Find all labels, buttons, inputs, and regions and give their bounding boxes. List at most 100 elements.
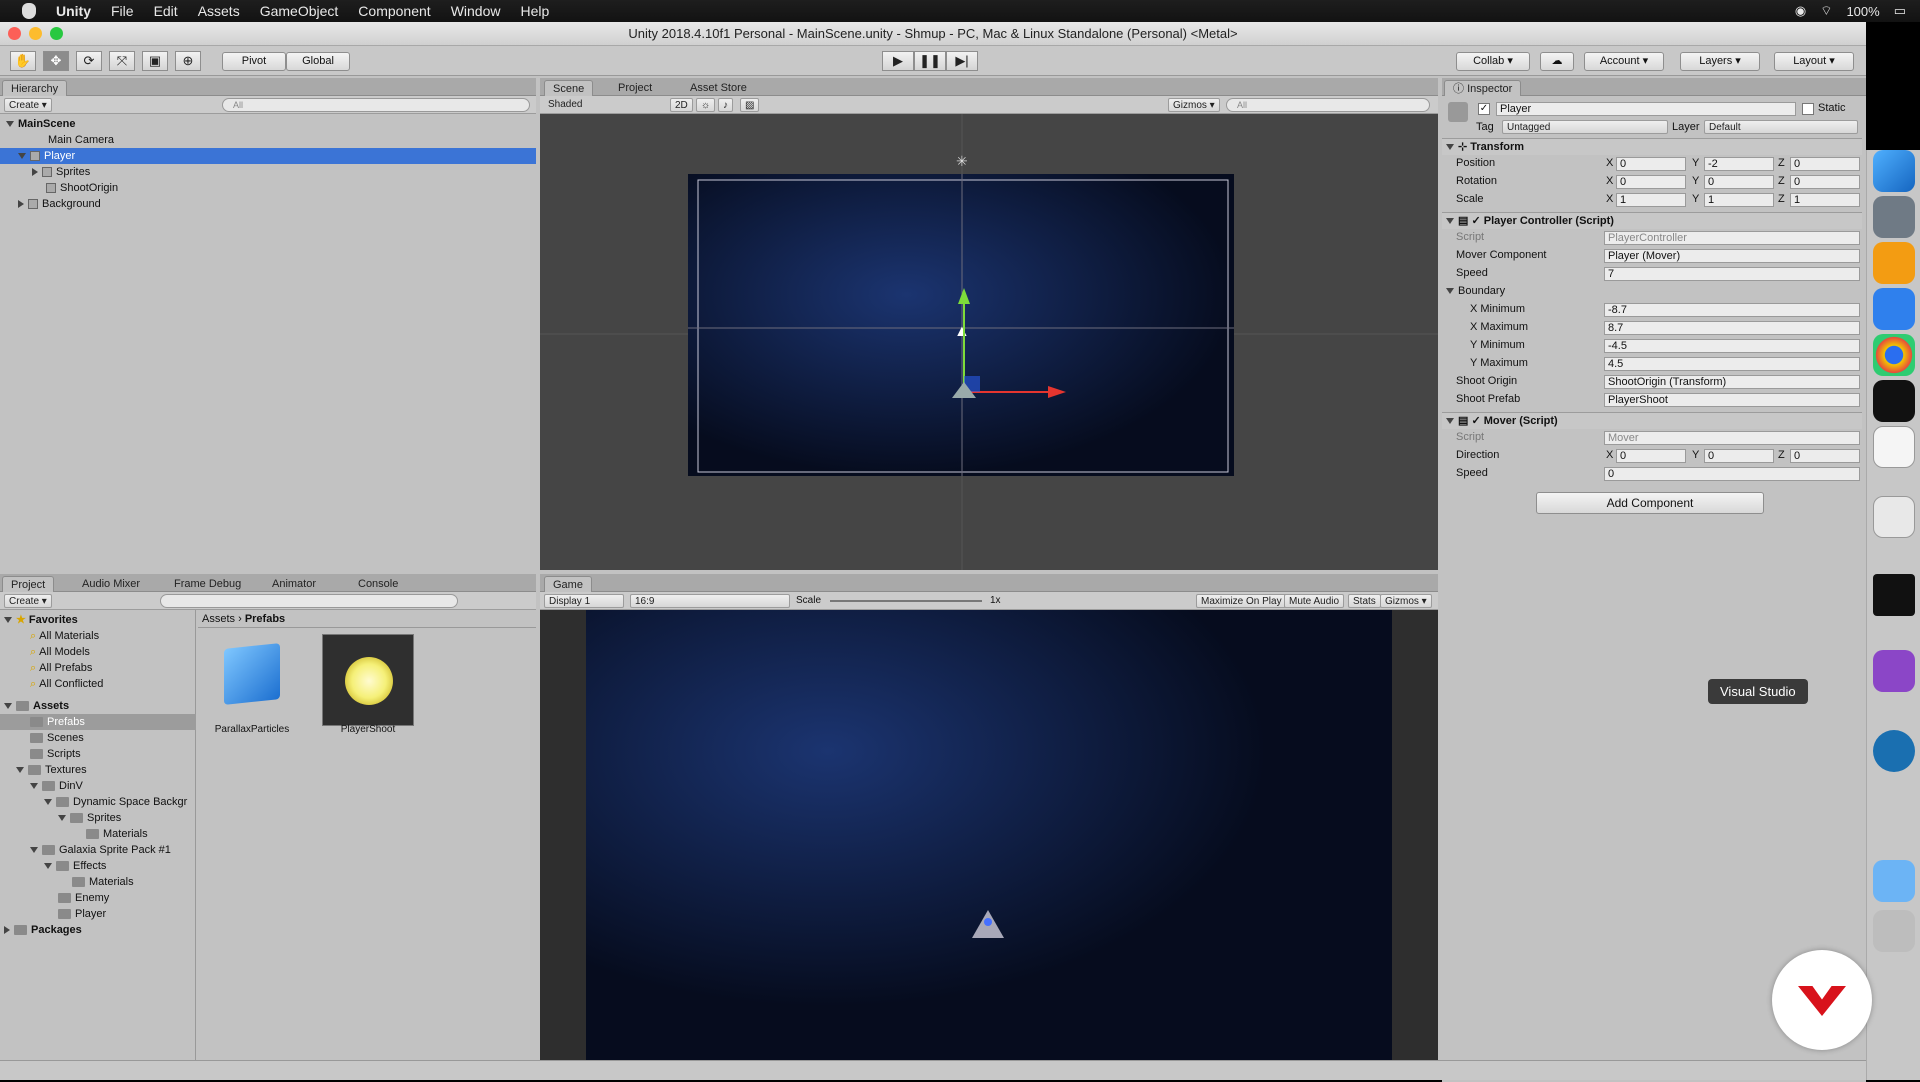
fav-all-models[interactable]: ⌕ All Models xyxy=(30,644,90,660)
direction-y[interactable]: 0 xyxy=(1704,449,1774,463)
shading-dropdown[interactable]: Shaded xyxy=(544,98,662,112)
position-x[interactable]: 0 xyxy=(1616,157,1686,171)
favorites-root[interactable]: ★ Favorites xyxy=(4,612,78,628)
record-icon[interactable]: ◉ xyxy=(1795,3,1806,19)
stats-toggle[interactable]: Stats xyxy=(1348,594,1381,608)
pivot-button[interactable]: Pivot xyxy=(222,52,286,71)
tab-scene[interactable]: Scene xyxy=(544,80,594,96)
terminal-icon[interactable] xyxy=(1873,574,1915,616)
battery-label[interactable]: 100% xyxy=(1846,4,1879,19)
scene-search-input[interactable]: All xyxy=(1226,98,1430,112)
tree-shootorigin[interactable]: ShootOrigin xyxy=(46,180,118,196)
x-maximum-field[interactable]: 8.7 xyxy=(1604,321,1860,335)
y-maximum-field[interactable]: 4.5 xyxy=(1604,357,1860,371)
keyboard-icon[interactable] xyxy=(1873,496,1915,538)
transform-header[interactable]: ⊹ Transform xyxy=(1442,138,1862,155)
display-dropdown[interactable]: Display 1 xyxy=(544,594,624,608)
assets-root[interactable]: Assets xyxy=(4,698,69,714)
menu-component[interactable]: Component xyxy=(358,3,430,19)
game-gizmos-button[interactable]: Gizmos ▾ xyxy=(1380,594,1432,608)
lighting-icon[interactable]: ☼ xyxy=(696,98,716,112)
asset-label[interactable]: PlayerShoot xyxy=(314,724,422,735)
tab-audio-mixer[interactable]: Audio Mixer xyxy=(74,576,148,592)
object-name-field[interactable]: Player xyxy=(1496,102,1796,116)
layer-dropdown[interactable]: Default xyxy=(1704,120,1858,134)
audio-icon[interactable]: ♪ xyxy=(718,98,733,112)
wifi-icon[interactable]: ⌔ xyxy=(1820,3,1832,19)
sublime-icon[interactable] xyxy=(1873,242,1915,284)
scale-z[interactable]: 1 xyxy=(1790,193,1860,207)
y-minimum-field[interactable]: -4.5 xyxy=(1604,339,1860,353)
scale-tool-icon[interactable]: ⤧ xyxy=(109,51,135,71)
launchpad-icon[interactable] xyxy=(1873,196,1915,238)
folder-dynamic-space[interactable]: Dynamic Space Backgr xyxy=(44,794,187,810)
folder-materials[interactable]: Materials xyxy=(86,826,148,842)
active-checkbox[interactable]: ✓ xyxy=(1478,103,1490,115)
step-icon[interactable]: ▶| xyxy=(946,51,978,71)
folder-galaxia[interactable]: Galaxia Sprite Pack #1 xyxy=(30,842,171,858)
tab-animator[interactable]: Animator xyxy=(264,576,324,592)
account-button[interactable]: Account ▾ xyxy=(1584,52,1664,71)
tab-hierarchy[interactable]: Hierarchy xyxy=(2,80,68,96)
rotation-z[interactable]: 0 xyxy=(1790,175,1860,189)
rect-tool-icon[interactable]: ▣ xyxy=(142,51,168,71)
menu-edit[interactable]: Edit xyxy=(154,3,178,19)
2d-toggle[interactable]: 2D xyxy=(670,98,693,112)
layout-button[interactable]: Layout ▾ xyxy=(1774,52,1854,71)
maximize-on-play-toggle[interactable]: Maximize On Play xyxy=(1196,594,1287,608)
menu-assets[interactable]: Assets xyxy=(198,3,240,19)
fav-all-conflicted[interactable]: ⌕ All Conflicted xyxy=(30,676,103,692)
tag-dropdown[interactable]: Untagged xyxy=(1502,120,1668,134)
zoom-icon[interactable] xyxy=(50,27,63,40)
scene-canvas[interactable]: ✳ ▲ xyxy=(540,114,1438,570)
menu-file[interactable]: File xyxy=(111,3,134,19)
boundary-foldout[interactable]: Boundary xyxy=(1446,284,1505,299)
play-icon[interactable]: ▶ xyxy=(882,51,914,71)
fav-all-materials[interactable]: ⌕ All Materials xyxy=(30,628,99,644)
recorder-badge[interactable] xyxy=(1772,950,1872,1050)
move-tool-icon[interactable]: ✥ xyxy=(43,51,69,71)
tree-player[interactable]: Player xyxy=(18,148,75,164)
visual-studio-icon[interactable] xyxy=(1873,650,1915,692)
folder-scenes[interactable]: Scenes xyxy=(30,730,84,746)
folder-player[interactable]: Player xyxy=(58,906,106,922)
breadcrumb-assets[interactable]: Assets xyxy=(202,613,235,625)
cloud-icon[interactable]: ☁ xyxy=(1540,52,1574,71)
unity-icon[interactable] xyxy=(1873,426,1915,468)
direction-x[interactable]: 0 xyxy=(1616,449,1686,463)
scene-view[interactable]: ✳ ▲ xyxy=(540,114,1438,570)
effects-icon[interactable]: ▨ xyxy=(740,98,760,112)
tab-frame-debug[interactable]: Frame Debug xyxy=(166,576,249,592)
rotation-x[interactable]: 0 xyxy=(1616,175,1686,189)
mute-audio-toggle[interactable]: Mute Audio xyxy=(1284,594,1345,608)
packages-root[interactable]: Packages xyxy=(4,922,82,938)
static-checkbox[interactable] xyxy=(1802,103,1814,115)
aspect-dropdown[interactable]: 16:9 xyxy=(630,594,790,608)
tools-icon[interactable] xyxy=(1873,288,1915,330)
folder-textures[interactable]: Textures xyxy=(16,762,87,778)
chrome-icon[interactable] xyxy=(1873,334,1915,376)
scale-slider[interactable] xyxy=(830,600,982,602)
global-button[interactable]: Global xyxy=(286,52,350,71)
rotation-y[interactable]: 0 xyxy=(1704,175,1774,189)
shoot-prefab-field[interactable]: PlayerShoot xyxy=(1604,393,1860,407)
project-create-button[interactable]: Create ▾ xyxy=(4,594,52,608)
tab-asset-store[interactable]: Asset Store xyxy=(682,80,755,96)
playershoot-thumbnail[interactable] xyxy=(322,634,414,726)
folder-icon[interactable] xyxy=(1873,860,1915,902)
minimize-icon[interactable] xyxy=(29,27,42,40)
rotate-tool-icon[interactable]: ⟳ xyxy=(76,51,102,71)
menu-unity[interactable]: Unity xyxy=(56,3,91,19)
folder-sprites[interactable]: Sprites xyxy=(58,810,121,826)
tab-console[interactable]: Console xyxy=(350,576,406,592)
tree-background[interactable]: Background xyxy=(18,196,101,212)
pause-icon[interactable]: ❚❚ xyxy=(914,51,946,71)
scale-x[interactable]: 1 xyxy=(1616,193,1686,207)
folder-materials-2[interactable]: Materials xyxy=(72,874,134,890)
folder-effects[interactable]: Effects xyxy=(44,858,106,874)
position-z[interactable]: 0 xyxy=(1790,157,1860,171)
mover-header[interactable]: ▤ ✓ Mover (Script) xyxy=(1442,412,1862,429)
game-view[interactable] xyxy=(586,610,1392,1080)
shoot-origin-field[interactable]: ShootOrigin (Transform) xyxy=(1604,375,1860,389)
unity-hub-icon[interactable] xyxy=(1873,380,1915,422)
